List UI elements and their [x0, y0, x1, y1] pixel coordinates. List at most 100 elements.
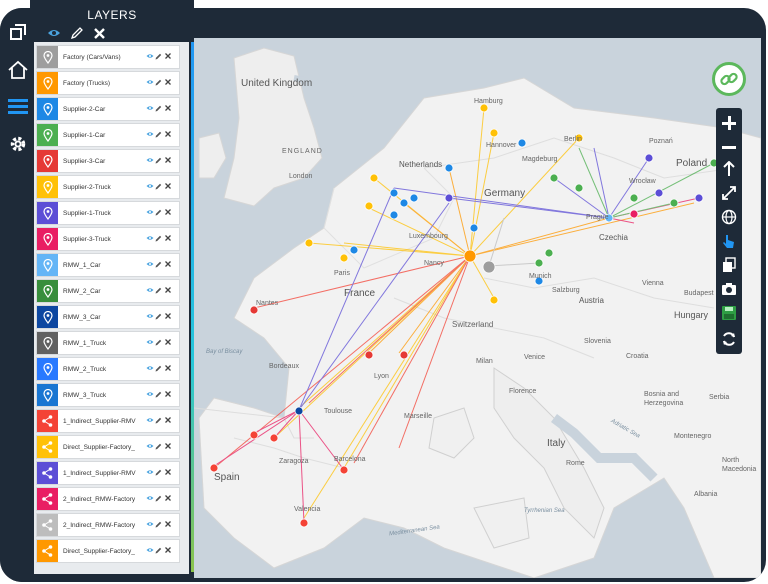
layer-remove-icon[interactable]	[163, 339, 172, 347]
layer-visibility-icon[interactable]	[145, 313, 154, 321]
layer-visibility-icon[interactable]	[145, 365, 154, 373]
layer-row[interactable]: RMW_3_Car	[36, 305, 180, 329]
layer-row[interactable]: 2_Indirect_RMW-Factory	[36, 487, 180, 511]
layer-row[interactable]: RMW_1_Car	[36, 253, 180, 277]
layer-edit-icon[interactable]	[154, 339, 163, 348]
layer-remove-icon[interactable]	[163, 495, 172, 503]
layer-row[interactable]: 1_Indirect_Supplier-RMV	[36, 409, 180, 433]
layer-row[interactable]: Supplier-2-Car	[36, 97, 180, 121]
globe-icon[interactable]	[718, 206, 740, 228]
layer-edit-icon[interactable]	[154, 365, 163, 374]
layer-row[interactable]: RMW_1_Truck	[36, 331, 180, 355]
layer-remove-icon[interactable]	[163, 287, 172, 295]
layer-remove-icon[interactable]	[163, 313, 172, 321]
layer-remove-icon[interactable]	[163, 157, 172, 165]
layer-visibility-icon[interactable]	[145, 209, 154, 217]
home-icon[interactable]	[6, 58, 30, 82]
layer-edit-icon[interactable]	[154, 469, 163, 478]
layer-edit-icon[interactable]	[154, 183, 163, 192]
save-icon[interactable]	[718, 302, 740, 324]
layer-remove-icon[interactable]	[163, 521, 172, 529]
layer-row[interactable]: RMW_2_Car	[36, 279, 180, 303]
refresh-icon[interactable]	[718, 328, 740, 350]
layer-remove-icon[interactable]	[163, 183, 172, 191]
layer-row[interactable]: 2_Indirect_RMW-Factory	[36, 513, 180, 537]
layer-row[interactable]: RMW_2_Truck	[36, 357, 180, 381]
layer-remove-icon[interactable]	[163, 469, 172, 477]
layer-visibility-icon[interactable]	[145, 391, 154, 399]
layer-remove-icon[interactable]	[163, 105, 172, 113]
layer-edit-icon[interactable]	[154, 521, 163, 530]
layer-edit-icon[interactable]	[154, 547, 163, 556]
layer-visibility-icon[interactable]	[145, 261, 154, 269]
close-icon[interactable]	[93, 27, 106, 40]
layer-visibility-icon[interactable]	[145, 417, 154, 425]
layer-remove-icon[interactable]	[163, 53, 172, 61]
layer-remove-icon[interactable]	[163, 261, 172, 269]
layer-visibility-icon[interactable]	[145, 105, 154, 113]
zoom-out-icon[interactable]	[718, 136, 740, 158]
layer-visibility-icon[interactable]	[145, 495, 154, 503]
layer-visibility-icon[interactable]	[145, 287, 154, 295]
layer-row[interactable]: Factory (Cars/Vans)	[36, 45, 180, 69]
layer-visibility-icon[interactable]	[145, 157, 154, 165]
layer-edit-icon[interactable]	[154, 53, 163, 62]
layer-edit-icon[interactable]	[154, 495, 163, 504]
menu-icon[interactable]	[6, 94, 30, 118]
layers-stack-icon[interactable]	[718, 254, 740, 276]
layer-remove-icon[interactable]	[163, 209, 172, 217]
layer-edit-icon[interactable]	[154, 443, 163, 452]
layer-edit-icon[interactable]	[154, 391, 163, 400]
layer-edit-icon[interactable]	[154, 417, 163, 426]
link-button[interactable]	[712, 62, 746, 96]
layer-edit-icon[interactable]	[154, 287, 163, 296]
layer-row[interactable]: 1_Indirect_Supplier-RMV	[36, 461, 180, 485]
layer-edit-icon[interactable]	[154, 209, 163, 218]
layer-visibility-icon[interactable]	[145, 521, 154, 529]
camera-icon[interactable]	[718, 278, 740, 300]
zoom-in-icon[interactable]	[718, 112, 740, 134]
layer-remove-icon[interactable]	[163, 417, 172, 425]
layer-remove-icon[interactable]	[163, 443, 172, 451]
layer-visibility-icon[interactable]	[145, 547, 154, 555]
layer-edit-icon[interactable]	[154, 261, 163, 270]
layer-remove-icon[interactable]	[163, 391, 172, 399]
toggle-panel-icon[interactable]	[6, 20, 30, 44]
layer-visibility-icon[interactable]	[145, 235, 154, 243]
layer-visibility-icon[interactable]	[145, 79, 154, 87]
north-arrow-icon[interactable]	[718, 158, 740, 180]
layer-row[interactable]: Factory (Trucks)	[36, 71, 180, 95]
layer-row[interactable]: Supplier-1-Truck	[36, 201, 180, 225]
layer-row[interactable]: Supplier-2-Truck	[36, 175, 180, 199]
layer-remove-icon[interactable]	[163, 547, 172, 555]
layer-visibility-icon[interactable]	[145, 339, 154, 347]
layer-visibility-icon[interactable]	[145, 53, 154, 61]
pencil-icon[interactable]	[70, 27, 84, 40]
layer-visibility-icon[interactable]	[145, 469, 154, 477]
layer-row[interactable]: Supplier-3-Truck	[36, 227, 180, 251]
layer-row[interactable]: Direct_Supplier-Factory_	[36, 539, 180, 563]
layer-edit-icon[interactable]	[154, 157, 163, 166]
fullscreen-icon[interactable]	[718, 182, 740, 204]
layer-row[interactable]: Direct_Supplier-Factory_	[36, 435, 180, 459]
layer-remove-icon[interactable]	[163, 131, 172, 139]
layer-row[interactable]: RMW_3_Truck	[36, 383, 180, 407]
layer-edit-icon[interactable]	[154, 131, 163, 140]
pointer-icon[interactable]	[718, 230, 740, 252]
layer-visibility-icon[interactable]	[145, 183, 154, 191]
settings-gear-icon[interactable]	[6, 132, 30, 156]
layer-edit-icon[interactable]	[154, 105, 163, 114]
layer-visibility-icon[interactable]	[145, 131, 154, 139]
layer-remove-icon[interactable]	[163, 235, 172, 243]
layer-edit-icon[interactable]	[154, 79, 163, 88]
layer-list-scrollbar[interactable]	[191, 42, 194, 572]
layer-edit-icon[interactable]	[154, 313, 163, 322]
eye-icon[interactable]	[47, 27, 61, 39]
layer-remove-icon[interactable]	[163, 365, 172, 373]
layer-remove-icon[interactable]	[163, 79, 172, 87]
layer-row[interactable]: Supplier-3-Car	[36, 149, 180, 173]
map-view[interactable]: United Kingdom ENGLAND London Netherland…	[194, 38, 761, 578]
layer-visibility-icon[interactable]	[145, 443, 154, 451]
layer-row[interactable]: Supplier-1-Car	[36, 123, 180, 147]
layer-edit-icon[interactable]	[154, 235, 163, 244]
